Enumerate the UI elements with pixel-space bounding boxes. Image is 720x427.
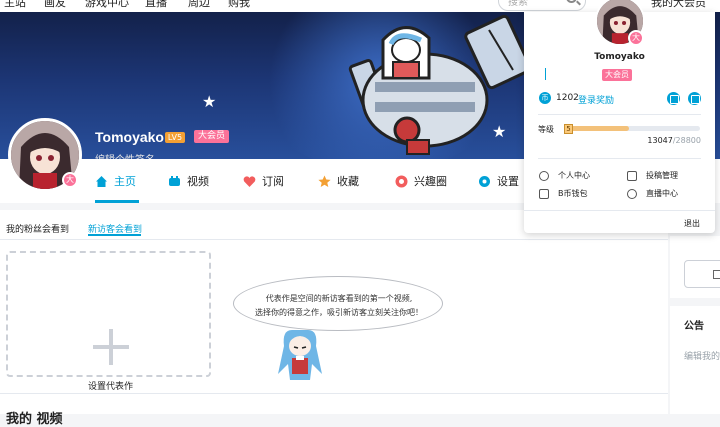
subtab-indicator	[88, 234, 141, 236]
tab-label: 收藏	[337, 175, 359, 188]
video-icon	[169, 175, 180, 186]
logout-button[interactable]: 退出	[684, 218, 700, 229]
search-placeholder: 搜索	[508, 0, 528, 8]
exp-progress-bar	[570, 126, 700, 131]
bubble-text-line1: 代表作是空间的新访客看到的第一个视频,	[265, 294, 413, 303]
plus-icon-bar	[93, 345, 129, 349]
exp-progress-fill	[570, 126, 629, 131]
divider	[538, 158, 701, 159]
nav-item-game-center[interactable]: 游戏中心	[85, 0, 129, 10]
search-icon[interactable]	[566, 0, 577, 3]
upload-manage-icon	[627, 170, 637, 181]
dropdown-vip-badge: 大	[628, 30, 644, 46]
live-center-icon	[627, 188, 637, 199]
text-cursor	[545, 68, 546, 80]
star-icon	[318, 175, 331, 187]
subtab-fans-view[interactable]: 我的粉丝会看到	[6, 222, 69, 235]
search-input[interactable]: 搜索	[498, 0, 586, 11]
tab-label: 视频	[187, 175, 209, 188]
divider	[538, 114, 701, 115]
level-number-badge: 5	[564, 124, 573, 134]
sidebar-card	[670, 236, 720, 298]
exp-numbers: 13047/28800	[647, 136, 701, 145]
nav-item-merch[interactable]: 周边	[188, 0, 210, 10]
gear-icon	[479, 175, 490, 187]
menu-personal-center[interactable]: 个人中心	[539, 170, 590, 181]
tab-settings[interactable]: 设置	[478, 173, 519, 189]
featured-work-card: 我的粉丝会看到 新访客会看到 设置代表作 代表作是空间的新访客看到的第一个视频,…	[0, 210, 668, 427]
nav-item-shop[interactable]: 购我	[228, 0, 250, 10]
phone-icon[interactable]	[688, 92, 701, 105]
nav-item-main[interactable]: 主站	[4, 0, 26, 10]
divider	[524, 210, 715, 211]
divider	[0, 239, 668, 240]
tab-subscriptions[interactable]: 订阅	[243, 173, 284, 189]
menu-label: 个人中心	[558, 171, 590, 180]
active-tab-indicator	[95, 200, 139, 203]
heart-icon	[243, 175, 256, 187]
tab-favorites[interactable]: 收藏	[318, 173, 359, 189]
menu-wallet[interactable]: B币钱包	[539, 188, 588, 199]
tab-home[interactable]: 主页	[95, 173, 136, 189]
tab-label: 兴趣圈	[414, 175, 447, 188]
notice-edit[interactable]: 编辑我的公告	[684, 349, 720, 362]
tab-interest-circle[interactable]: 兴趣圈	[395, 173, 447, 189]
signature-edit[interactable]: 编辑个性签名	[95, 151, 155, 159]
set-featured-work-button[interactable]: 设置代表作	[6, 251, 211, 392]
menu-label: B币钱包	[558, 189, 588, 198]
menu-upload-manage[interactable]: 投稿管理	[627, 170, 678, 181]
dropdown-vip-label[interactable]: 大会员	[602, 69, 632, 81]
divider	[0, 393, 668, 394]
calendar-icon	[713, 270, 720, 279]
exp-current: 13047	[647, 136, 673, 145]
home-icon	[96, 175, 107, 187]
nav-item-live[interactable]: 直播	[145, 0, 167, 10]
coin-balance: 1202	[556, 93, 579, 103]
section-title: 我的 视频	[6, 412, 63, 427]
notice-title: 公告	[684, 321, 704, 332]
set-featured-work-label: 设置代表作	[87, 382, 133, 392]
menu-label: 投稿管理	[646, 171, 678, 180]
interest-circle-icon	[395, 175, 408, 187]
bubble-text-line2: 选择你的得意之作，吸引新访客立刻关注你吧！	[255, 308, 423, 317]
avatar-vip-badge: 大	[62, 172, 78, 188]
speech-bubble: 代表作是空间的新访客看到的第一个视频, 选择你的得意之作，吸引新访客立刻关注你吧…	[233, 276, 443, 331]
coin-icon: 币	[539, 92, 551, 104]
level-badge: LV5	[165, 132, 185, 143]
login-reward-link[interactable]: 登录奖励	[578, 93, 614, 106]
sidebar-action-button[interactable]	[684, 260, 720, 288]
menu-label: 直播中心	[646, 189, 678, 198]
tab-videos[interactable]: 视频	[168, 173, 209, 189]
vip-badge[interactable]: 大会员	[194, 130, 230, 143]
notice-card: 公告 编辑我的公告	[670, 306, 720, 414]
mail-icon[interactable]	[667, 92, 680, 105]
dropdown-username: Tomoyako	[594, 52, 645, 62]
nav-item-artists[interactable]: 画友	[44, 0, 66, 10]
my-vip-link[interactable]: 我的大会员	[651, 0, 706, 10]
exp-max: /28800	[672, 136, 701, 145]
wallet-icon	[539, 188, 549, 199]
profile-username: Tomoyako	[95, 129, 164, 145]
tab-label: 主页	[114, 175, 136, 188]
star-decoration-icon: ★	[202, 92, 217, 111]
mascot-illustration	[278, 330, 322, 380]
menu-live-center[interactable]: 直播中心	[627, 188, 678, 199]
tab-label: 设置	[497, 175, 519, 188]
tab-label: 订阅	[262, 175, 284, 188]
user-icon	[539, 170, 549, 181]
user-dropdown-panel: 大 Tomoyako 大会员 币 1202 登录奖励 等级 5 13047/28…	[524, 0, 715, 233]
satellite-illustration	[348, 14, 532, 155]
level-label: 等级	[538, 125, 554, 134]
